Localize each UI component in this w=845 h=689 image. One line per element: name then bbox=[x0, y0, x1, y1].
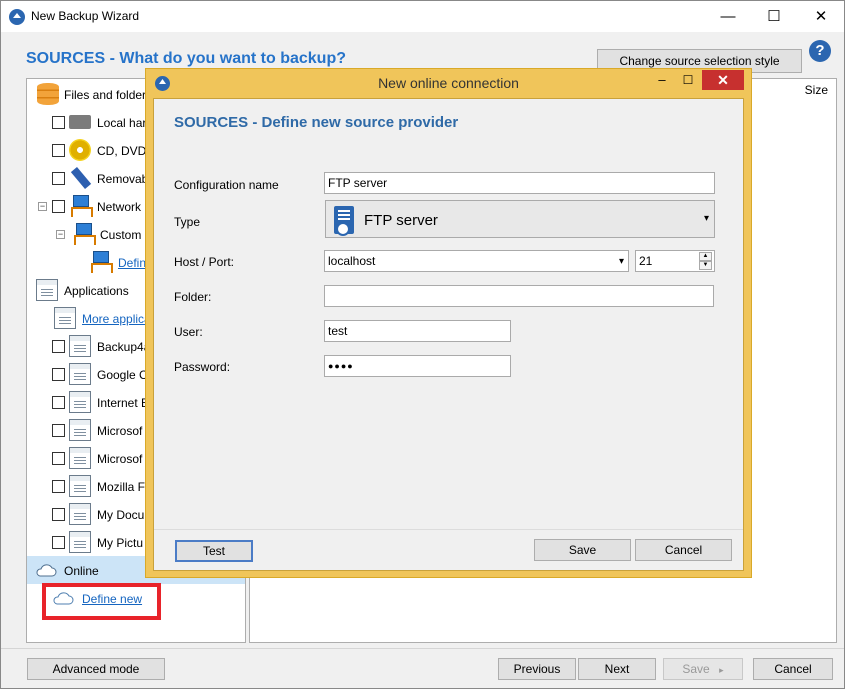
folder-field[interactable] bbox=[324, 285, 714, 307]
close-button[interactable]: ✕ bbox=[798, 1, 844, 32]
application-icon bbox=[69, 531, 91, 553]
tree-item-label: Files and folders bbox=[64, 88, 153, 102]
folder-label: Folder: bbox=[174, 290, 212, 304]
divider bbox=[1, 648, 844, 649]
help-icon[interactable]: ? bbox=[809, 40, 831, 62]
checkbox[interactable] bbox=[52, 116, 65, 129]
type-value: FTP server bbox=[364, 212, 438, 229]
application-icon bbox=[69, 503, 91, 525]
dialog-save-button[interactable]: Save bbox=[534, 539, 631, 561]
type-label: Type bbox=[174, 215, 201, 229]
port-stepper[interactable]: 21 ▲ ▼ bbox=[635, 250, 715, 272]
tree-item-label: Microsof bbox=[97, 424, 143, 438]
password-field[interactable]: ●●●● bbox=[324, 355, 511, 377]
hard-drive-icon bbox=[69, 115, 91, 129]
network-icon bbox=[89, 251, 113, 273]
checkbox[interactable] bbox=[52, 396, 65, 409]
save-button-label: Save bbox=[682, 662, 710, 676]
tree-item-label: CD, DVD bbox=[97, 144, 147, 158]
ftp-server-icon bbox=[334, 206, 354, 236]
page-title: SOURCES - What do you want to backup? bbox=[26, 50, 346, 67]
more-applications-link[interactable]: More applica bbox=[82, 312, 151, 326]
application-icon bbox=[69, 419, 91, 441]
dialog-body: SOURCES - Define new source provider Con… bbox=[153, 98, 744, 571]
application-icon bbox=[69, 335, 91, 357]
cloud-icon bbox=[36, 564, 57, 577]
checkbox[interactable] bbox=[52, 424, 65, 437]
next-button[interactable]: Next bbox=[578, 658, 656, 680]
arrow-right-icon: ▸ bbox=[719, 665, 724, 675]
tree-item-label: Network bbox=[97, 200, 142, 214]
application-icon bbox=[69, 391, 91, 413]
tree-item-label: Backup4a bbox=[97, 340, 151, 354]
tree-item-label: Internet E bbox=[97, 396, 150, 410]
network-icon bbox=[69, 195, 93, 217]
checkbox[interactable] bbox=[52, 452, 65, 465]
database-icon bbox=[37, 83, 59, 105]
application-icon bbox=[36, 279, 58, 301]
dialog-maximize-button[interactable]: ☐ bbox=[675, 71, 701, 89]
checkbox[interactable] bbox=[52, 508, 65, 521]
save-button[interactable]: Save ▸ bbox=[663, 658, 743, 680]
host-value: localhost bbox=[328, 254, 376, 268]
test-button[interactable]: Test bbox=[175, 540, 253, 562]
tree-item-label: Applications bbox=[64, 284, 129, 298]
user-label: User: bbox=[174, 325, 203, 339]
advanced-mode-button[interactable]: Advanced mode bbox=[27, 658, 165, 680]
previous-button[interactable]: Previous bbox=[498, 658, 576, 680]
dialog-heading: SOURCES - Define new source provider bbox=[174, 114, 459, 131]
dialog-close-button[interactable]: ✕ bbox=[702, 70, 744, 90]
collapse-icon[interactable]: − bbox=[56, 230, 65, 239]
collapse-icon[interactable]: − bbox=[38, 202, 47, 211]
highlight-box bbox=[42, 583, 161, 620]
tree-item-label: Online bbox=[64, 564, 99, 578]
config-name-field[interactable]: FTP server bbox=[324, 172, 715, 194]
tree-item-label: My Pictu bbox=[97, 536, 144, 550]
checkbox[interactable] bbox=[52, 172, 65, 185]
size-column-header[interactable]: Size bbox=[805, 83, 828, 97]
tree-item-label: Mozilla F bbox=[97, 480, 146, 494]
chevron-down-icon: ▾ bbox=[618, 256, 624, 267]
title-bar: New Backup Wizard — ☐ ✕ bbox=[1, 1, 844, 32]
tree-item-label: Microsof bbox=[97, 452, 143, 466]
tree-item-label: My Docu bbox=[97, 508, 145, 522]
dialog-cancel-button[interactable]: Cancel bbox=[635, 539, 732, 561]
app-icon bbox=[9, 9, 25, 25]
application-icon bbox=[69, 363, 91, 385]
window-title: New Backup Wizard bbox=[31, 9, 140, 23]
config-name-label: Configuration name bbox=[174, 178, 279, 192]
minimize-button[interactable]: — bbox=[705, 1, 751, 32]
checkbox[interactable] bbox=[52, 536, 65, 549]
network-icon bbox=[72, 223, 96, 245]
host-combobox[interactable]: localhost ▾ bbox=[324, 250, 629, 272]
type-dropdown[interactable]: FTP server ▾ bbox=[325, 200, 715, 238]
cancel-button[interactable]: Cancel bbox=[753, 658, 833, 680]
checkbox[interactable] bbox=[52, 480, 65, 493]
checkbox[interactable] bbox=[52, 200, 65, 213]
cd-icon bbox=[69, 139, 91, 161]
tree-item-label: Custom bbox=[100, 228, 142, 242]
usb-drive-icon bbox=[70, 167, 92, 189]
checkbox[interactable] bbox=[52, 144, 65, 157]
chevron-down-icon: ▾ bbox=[703, 213, 709, 224]
divider bbox=[154, 529, 743, 530]
tree-item-label: Google C bbox=[97, 368, 148, 382]
user-field[interactable]: test bbox=[324, 320, 511, 342]
checkbox[interactable] bbox=[52, 340, 65, 353]
host-port-label: Host / Port: bbox=[174, 255, 235, 269]
new-online-connection-dialog: New online connection – ☐ ✕ SOURCES - De… bbox=[145, 68, 752, 578]
checkbox[interactable] bbox=[52, 368, 65, 381]
stepper-up-icon[interactable]: ▲ bbox=[699, 252, 712, 261]
dialog-minimize-button[interactable]: – bbox=[649, 71, 675, 89]
application-icon bbox=[69, 475, 91, 497]
stepper-down-icon[interactable]: ▼ bbox=[699, 261, 712, 270]
password-label: Password: bbox=[174, 360, 231, 374]
application-icon bbox=[69, 447, 91, 469]
tree-item-label: Removab bbox=[97, 172, 149, 186]
dialog-title-bar: New online connection – ☐ ✕ bbox=[146, 69, 751, 97]
port-value: 21 bbox=[639, 254, 653, 268]
application-icon bbox=[54, 307, 76, 329]
maximize-button[interactable]: ☐ bbox=[751, 1, 797, 32]
